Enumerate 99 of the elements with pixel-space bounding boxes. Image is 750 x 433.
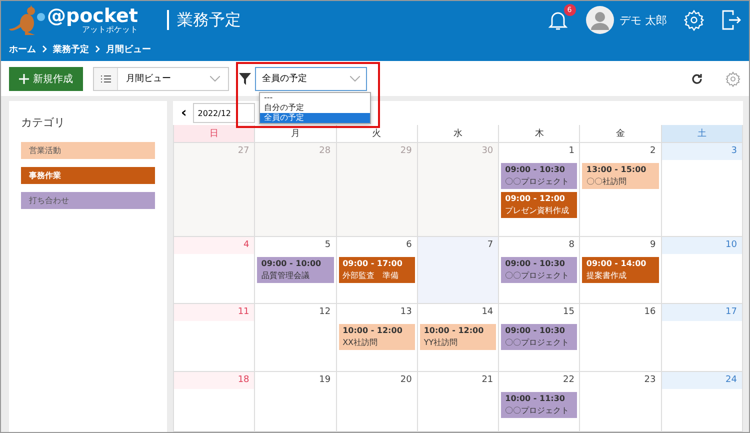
date-number: 21 bbox=[480, 374, 494, 387]
breadcrumb-link[interactable]: 月間ビュー bbox=[106, 42, 151, 56]
chevron-icon bbox=[42, 45, 47, 53]
avatar-icon[interactable] bbox=[586, 6, 614, 34]
day-cell[interactable]: 17 bbox=[662, 304, 743, 372]
date-number: 11 bbox=[174, 304, 254, 321]
category-item[interactable]: 打ち合わせ bbox=[21, 192, 155, 209]
event-item[interactable]: 13:00 - 15:00 〇〇社訪問 bbox=[582, 163, 659, 189]
date-number: 9 bbox=[648, 239, 657, 252]
day-cell[interactable]: 9 09:00 - 14:00 提案書作成 bbox=[580, 237, 662, 304]
date-number: 3 bbox=[662, 143, 742, 160]
weekday-header: 金 bbox=[580, 125, 662, 143]
date-number: 22 bbox=[562, 374, 576, 387]
day-cell[interactable]: 1 09:00 - 10:30 〇〇プロジェクト 09:00 - 12:00 プレゼン資料作成 bbox=[499, 143, 580, 237]
chevron-icon bbox=[95, 45, 100, 53]
day-cell[interactable]: 18 bbox=[174, 372, 256, 432]
prev-month-button[interactable]: ‹ bbox=[179, 105, 189, 121]
weekday-header: 火 bbox=[336, 125, 418, 143]
new-button[interactable]: 新規作成 bbox=[9, 66, 83, 90]
day-cell[interactable]: 5 09:00 - 10:00 品質管理会議 bbox=[255, 237, 337, 304]
date-number: 20 bbox=[399, 374, 413, 387]
date-number: 23 bbox=[643, 374, 657, 387]
sidebar-title: カテゴリ bbox=[21, 115, 66, 130]
date-number: 24 bbox=[662, 372, 742, 389]
view-select[interactable]: 月間ビュー bbox=[93, 66, 229, 90]
date-number: 17 bbox=[662, 304, 742, 321]
category-item[interactable]: 営業活動 bbox=[21, 142, 155, 159]
logo-text: @pocket bbox=[47, 6, 138, 26]
date-number: 14 bbox=[480, 306, 494, 319]
date-number: 30 bbox=[480, 145, 494, 158]
event-item[interactable]: 09:00 - 17:00 外部監査 準備 bbox=[338, 257, 415, 283]
date-number: 1 bbox=[568, 145, 576, 158]
refresh-icon[interactable] bbox=[691, 72, 703, 84]
day-cell[interactable]: 6 09:00 - 17:00 外部監査 準備 bbox=[336, 237, 418, 304]
date-number: 13 bbox=[399, 306, 413, 319]
dropdown-option[interactable]: 自分の予定 bbox=[260, 102, 370, 112]
event-item[interactable]: 09:00 - 12:00 プレゼン資料作成 bbox=[501, 192, 578, 218]
date-number: 27 bbox=[236, 145, 250, 158]
day-cell[interactable]: 4 bbox=[174, 237, 256, 304]
day-cell[interactable]: 16 bbox=[580, 304, 662, 372]
weekday-header: 日 bbox=[174, 125, 256, 143]
event-item[interactable]: 09:00 - 14:00 提案書作成 bbox=[582, 257, 659, 283]
chevron-icon bbox=[350, 76, 360, 82]
day-cell[interactable]: 12 bbox=[255, 304, 337, 372]
event-item[interactable]: 09:00 - 10:30 〇〇プロジェクト bbox=[501, 324, 578, 350]
chevron-icon bbox=[210, 76, 220, 82]
date-number: 7 bbox=[486, 239, 494, 252]
day-cell[interactable]: 24 bbox=[662, 372, 743, 432]
date-number: 29 bbox=[399, 145, 413, 158]
date-number: 19 bbox=[318, 374, 332, 387]
date-number: 6 bbox=[405, 239, 413, 252]
day-cell[interactable]: 22 10:00 - 11:30 〇〇プロジェクト bbox=[499, 372, 580, 432]
page-title: 業務予定 bbox=[167, 10, 241, 30]
date-number: 28 bbox=[318, 145, 332, 158]
day-cell[interactable]: 23 bbox=[580, 372, 662, 432]
event-item[interactable]: 10:00 - 12:00 YY社訪問 bbox=[420, 324, 496, 350]
date-number: 15 bbox=[562, 306, 576, 319]
day-cell[interactable]: 15 09:00 - 10:30 〇〇プロジェクト bbox=[499, 304, 580, 372]
event-item[interactable]: 09:00 - 10:00 品質管理会議 bbox=[257, 257, 334, 283]
dropdown-option[interactable]: 全員の予定 bbox=[260, 112, 370, 122]
list-icon bbox=[100, 74, 110, 82]
settings-icon[interactable] bbox=[725, 70, 741, 86]
filter-select[interactable]: 全員の予定 bbox=[255, 66, 367, 90]
date-number: 8 bbox=[568, 239, 576, 252]
date-number: 16 bbox=[643, 306, 657, 319]
date-number: 4 bbox=[174, 237, 254, 254]
logo-subtitle: アットポケット bbox=[82, 26, 138, 34]
event-item[interactable]: 09:00 - 10:30 〇〇プロジェクト bbox=[501, 163, 578, 189]
date-number: 2 bbox=[648, 145, 657, 158]
day-cell[interactable]: 8 09:00 - 10:30 〇〇プロジェクト bbox=[499, 237, 580, 304]
day-cell[interactable]: 10 bbox=[662, 237, 743, 304]
date-number: 5 bbox=[324, 239, 332, 252]
day-cell[interactable]: 2 13:00 - 15:00 〇〇社訪問 bbox=[580, 143, 662, 237]
date-number: 12 bbox=[318, 306, 332, 319]
weekday-header: 土 bbox=[662, 125, 743, 143]
user-name[interactable]: デモ 太郎 bbox=[620, 12, 667, 28]
breadcrumb-link[interactable]: 業務予定 bbox=[53, 42, 89, 56]
plus-icon bbox=[19, 74, 29, 84]
month-field[interactable]: 2022/12 bbox=[192, 103, 255, 123]
day-cell[interactable]: 13 10:00 - 12:00 XX社訪問 bbox=[336, 304, 418, 372]
weekday-header: 木 bbox=[499, 125, 580, 143]
day-cell[interactable]: 14 10:00 - 12:00 YY社訪問 bbox=[418, 304, 500, 372]
date-number: 18 bbox=[174, 372, 254, 389]
category-item[interactable]: 事務作業 bbox=[21, 167, 155, 184]
event-item[interactable]: 10:00 - 12:00 XX社訪問 bbox=[338, 324, 415, 350]
day-cell[interactable]: 3 bbox=[662, 143, 743, 237]
event-item[interactable]: 09:00 - 10:30 〇〇プロジェクト bbox=[501, 257, 578, 283]
day-cell[interactable]: 21 bbox=[418, 372, 500, 432]
day-cell[interactable]: 7 bbox=[418, 237, 500, 304]
logout-icon[interactable] bbox=[721, 9, 741, 31]
weekday-header: 水 bbox=[418, 125, 500, 143]
filter-icon bbox=[239, 72, 251, 84]
day-cell[interactable]: 20 bbox=[336, 372, 418, 432]
dropdown-option[interactable]: --- bbox=[260, 92, 370, 102]
day-cell[interactable]: 11 bbox=[174, 304, 256, 372]
day-cell[interactable]: 19 bbox=[255, 372, 337, 432]
breadcrumb-link[interactable]: ホーム bbox=[9, 42, 36, 56]
event-item[interactable]: 10:00 - 11:30 〇〇プロジェクト bbox=[501, 392, 578, 418]
date-number: 10 bbox=[662, 237, 742, 254]
